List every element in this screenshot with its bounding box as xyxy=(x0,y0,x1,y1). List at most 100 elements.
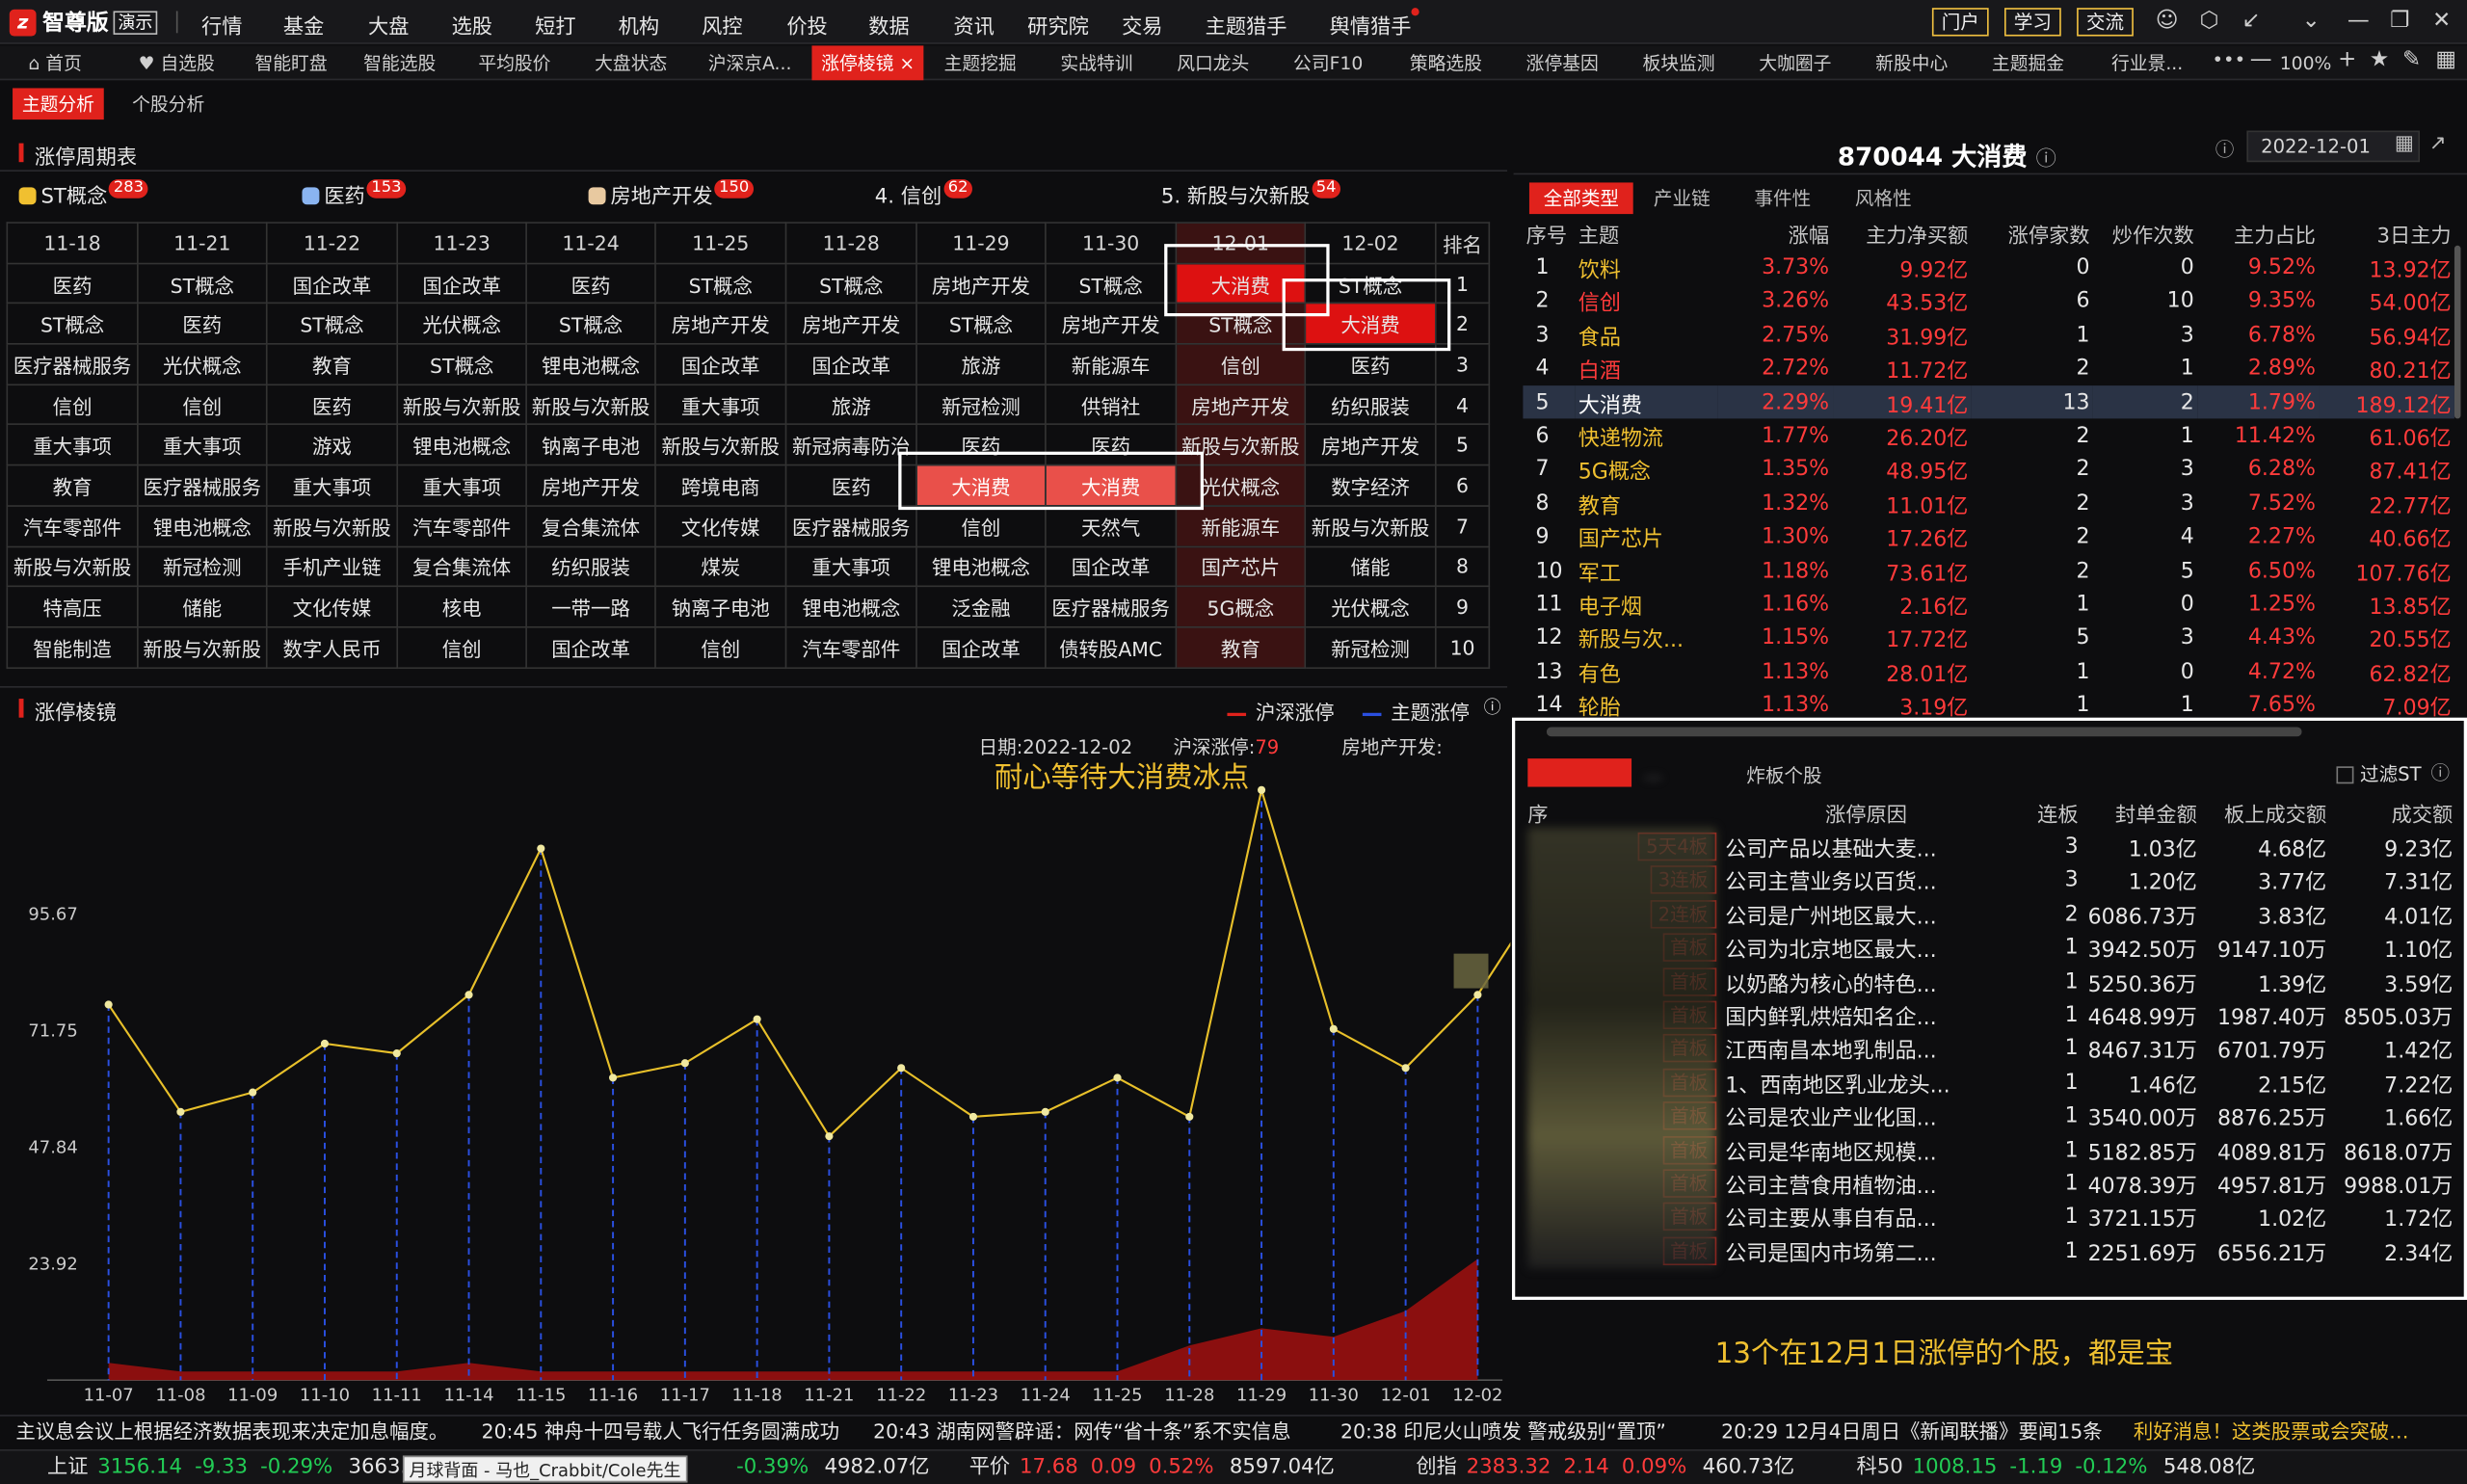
theme-cell[interactable]: 光伏概念 xyxy=(396,303,527,345)
theme-row[interactable]: 6 快递物流 1.77% 26.20亿 2 1 11.42% 61.06亿 xyxy=(1523,419,2454,453)
date-header[interactable]: 11-24 xyxy=(525,222,656,264)
hs-point[interactable] xyxy=(608,1073,618,1082)
tab-industry-chain[interactable]: 产业链 xyxy=(1654,182,1711,214)
theme-cell[interactable]: 汽车零部件 xyxy=(6,504,139,547)
theme-cell[interactable]: 医疗器械服务 xyxy=(784,504,917,547)
theme-cell[interactable]: 信创 xyxy=(915,504,1047,547)
theme-cell[interactable]: ST概念 xyxy=(137,262,268,305)
tab-9[interactable]: 实战特训 xyxy=(1060,45,1132,80)
tab-16[interactable]: 新股中心 xyxy=(1875,45,1948,80)
theme-cell[interactable]: 一带一路 xyxy=(525,585,656,628)
theme-cell[interactable]: ST概念 xyxy=(1045,262,1178,305)
theme-cell[interactable]: 新能源车 xyxy=(1175,504,1307,547)
theme-cell[interactable]: 文化传媒 xyxy=(265,585,399,628)
tab-5[interactable]: 大盘状态 xyxy=(595,45,667,80)
tab-14[interactable]: 板块监测 xyxy=(1642,45,1714,80)
theme-cell[interactable]: 国企改革 xyxy=(784,343,917,385)
theme-head-3[interactable]: 4. 信创 62 xyxy=(875,179,973,209)
tab-broken-board[interactable]: 炸板个股 xyxy=(1746,761,1821,788)
subtab-theme-analysis[interactable]: 主题分析 xyxy=(13,88,104,120)
close-tab-icon[interactable]: × xyxy=(893,52,915,74)
hs-point[interactable] xyxy=(104,1000,113,1009)
theme-cell[interactable]: ST概念 xyxy=(525,303,656,345)
menu-item-9[interactable]: 资讯 xyxy=(953,10,994,39)
theme-cell[interactable]: 房地产开发 xyxy=(654,303,787,345)
theme-head-0[interactable]: ST概念 283 xyxy=(18,179,148,209)
theme-cell[interactable]: 重大事项 xyxy=(654,384,787,426)
theme-cell[interactable]: 房地产开发 xyxy=(784,303,917,345)
menu-item-5[interactable]: 机构 xyxy=(619,10,659,39)
theme-row[interactable]: 12 新股与次... 1.15% 17.72亿 5 3 4.43% 20.55亿 xyxy=(1523,622,2454,655)
theme-cell[interactable]: 5G概念 xyxy=(1175,585,1307,628)
theme-col-header[interactable]: 主力净买额 xyxy=(1832,217,1971,251)
stock-col-header[interactable]: 成交额 xyxy=(2329,796,2455,830)
tab-limit-up-stocks[interactable] xyxy=(1527,758,1632,787)
portal-button[interactable]: 门户 xyxy=(1931,8,1989,37)
edit-icon[interactable]: ✎ xyxy=(2402,47,2421,72)
theme-cell[interactable]: 纺织服装 xyxy=(525,544,656,588)
hs-point[interactable] xyxy=(825,1132,834,1141)
theme-cell[interactable]: 锂电池概念 xyxy=(915,544,1047,588)
theme-cell[interactable]: 新股与次新股 xyxy=(525,384,656,426)
theme-cell[interactable]: ST概念 xyxy=(654,262,787,305)
theme-cell[interactable]: 房地产开发 xyxy=(1175,384,1307,426)
hs-point[interactable] xyxy=(464,991,473,999)
news-item[interactable]: 20:38 印尼火山喷发 警戒级别“置顶” xyxy=(1340,1417,1666,1448)
theme-cell[interactable]: 智能制造 xyxy=(6,625,139,669)
settings-icon[interactable]: ⬡ xyxy=(2199,8,2218,33)
legend-theme[interactable]: 主题涨停 xyxy=(1362,696,1470,726)
theme-cell[interactable]: 信创 xyxy=(654,625,787,669)
theme-cell[interactable]: 新冠病毒防治 xyxy=(784,424,917,466)
theme-cell[interactable]: 光伏概念 xyxy=(1304,585,1437,628)
theme-row[interactable]: 8 教育 1.32% 11.01亿 2 3 7.52% 22.77亿 xyxy=(1523,487,2454,520)
theme-cell[interactable]: 教育 xyxy=(265,343,399,385)
theme-row[interactable]: 3 食品 2.75% 31.99亿 1 3 6.78% 56.94亿 xyxy=(1523,318,2454,352)
theme-cell[interactable]: 国企改革 xyxy=(915,625,1047,669)
theme-cell[interactable]: 医药 xyxy=(137,303,268,345)
theme-cell[interactable]: 新股与次新股 xyxy=(6,544,139,588)
legend-hs[interactable]: 沪深涨停 xyxy=(1227,696,1335,726)
theme-cell[interactable]: 光伏概念 xyxy=(137,343,268,385)
tab-1[interactable]: ♥ 自选股 xyxy=(139,45,215,80)
help-icon[interactable]: ⓘ xyxy=(2430,758,2450,785)
theme-cell[interactable]: 房地产开发 xyxy=(525,464,656,507)
theme-cell[interactable]: ST概念 xyxy=(6,303,139,345)
tab-event[interactable]: 事件性 xyxy=(1754,182,1811,214)
theme-cell[interactable]: 国企改革 xyxy=(1045,544,1178,588)
theme-row[interactable]: 4 白酒 2.72% 11.72亿 2 1 2.89% 80.21亿 xyxy=(1523,352,2454,385)
theme-cell[interactable]: 教育 xyxy=(1175,625,1307,669)
hs-point[interactable] xyxy=(1185,1112,1194,1121)
theme-cell[interactable]: 重大事项 xyxy=(265,464,399,507)
theme-col-header[interactable]: 3日主力 xyxy=(2319,217,2454,251)
tab-17[interactable]: 主题掘金 xyxy=(1992,45,2064,80)
tab-7[interactable]: 涨停棱镜 × xyxy=(811,45,924,81)
theme-col-header[interactable]: 涨幅 xyxy=(1717,217,1832,251)
calendar-icon[interactable]: ▦ xyxy=(2395,132,2414,155)
theme-cell[interactable]: 钠离子电池 xyxy=(654,585,787,628)
theme-cell[interactable]: 新冠检测 xyxy=(1304,625,1437,669)
theme-col-header[interactable]: 主力占比 xyxy=(2197,217,2319,251)
news-item[interactable]: 主议息会议上根据经济数据表现来决定加息幅度。 xyxy=(15,1417,448,1448)
theme-cell[interactable]: 房地产开发 xyxy=(1045,303,1178,345)
theme-cell[interactable]: 信创 xyxy=(137,384,268,426)
theme-cell[interactable]: 医药 xyxy=(265,384,399,426)
subtab-stock-analysis[interactable]: 个股分析 xyxy=(132,88,204,119)
theme-cell[interactable]: 储能 xyxy=(1304,544,1437,588)
share-icon[interactable]: ↗ xyxy=(2429,132,2447,155)
theme-row[interactable]: 11 电子烟 1.16% 2.16亿 1 0 1.25% 13.85亿 xyxy=(1523,588,2454,622)
theme-cell[interactable]: 泛金融 xyxy=(915,585,1047,628)
more-icon[interactable]: ••• xyxy=(2213,49,2246,71)
zoom-in-icon[interactable]: + xyxy=(2338,47,2356,72)
hs-point[interactable] xyxy=(1041,1107,1049,1116)
theme-cell[interactable]: 手机产业链 xyxy=(265,544,399,588)
theme-cell[interactable]: 游戏 xyxy=(265,424,399,466)
theme-row[interactable]: 1 饮料 3.73% 9.92亿 0 0 9.52% 13.92亿 xyxy=(1523,251,2454,284)
tab-0[interactable]: ⌂ 首页 xyxy=(28,45,81,80)
index-item[interactable]: 上证 3156.14 -9.33 -0.29% 3663.19亿 xyxy=(47,1451,454,1484)
menu-item-12[interactable]: 主题猎手 xyxy=(1206,10,1287,39)
theme-row[interactable]: 9 国产芯片 1.30% 17.26亿 2 4 2.27% 40.66亿 xyxy=(1523,520,2454,554)
theme-cell[interactable]: 特高压 xyxy=(6,585,139,628)
theme-cell[interactable]: 新冠检测 xyxy=(137,544,268,588)
theme-cell[interactable]: 锂电池概念 xyxy=(137,504,268,547)
menu-item-3[interactable]: 选股 xyxy=(452,10,492,39)
